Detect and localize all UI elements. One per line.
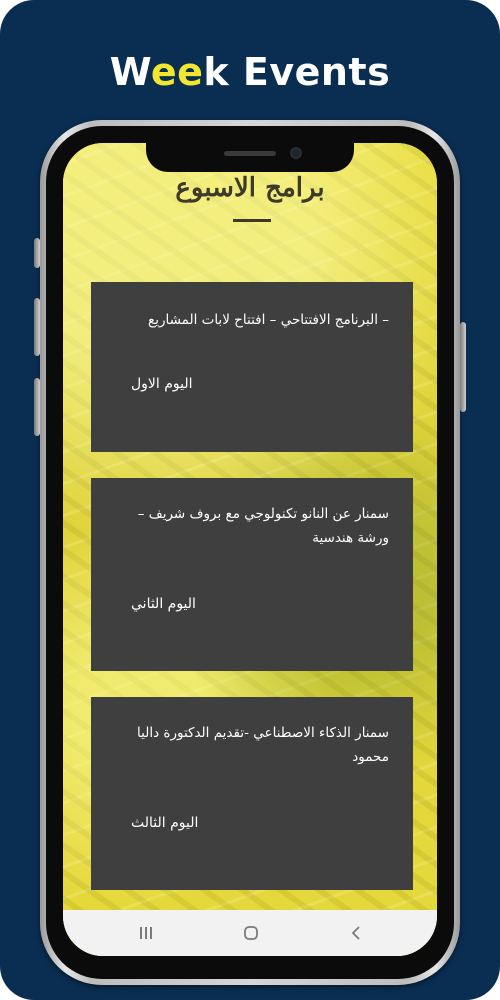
promo-title: Week Events — [0, 50, 500, 94]
phone-volume-down-button — [34, 378, 40, 436]
title-underline — [233, 219, 271, 222]
recent-apps-icon[interactable] — [136, 923, 156, 943]
event-day: اليوم الاول — [131, 376, 193, 392]
promo-title-highlight: ee — [150, 50, 204, 94]
back-icon[interactable] — [346, 923, 366, 943]
event-title: سمنار عن النانو تكنولوجي مع بروف شريف – … — [137, 506, 389, 546]
promo-title-part2: k Events — [203, 50, 391, 94]
event-card-day-2[interactable]: سمنار عن النانو تكنولوجي مع بروف شريف – … — [91, 478, 413, 671]
phone-silent-switch — [34, 238, 40, 268]
android-nav-bar — [63, 910, 437, 956]
front-camera — [290, 147, 302, 159]
event-card-day-1[interactable]: – البرنامج الافتتاحي – افتتاح لابات المش… — [91, 282, 413, 452]
event-day: اليوم الثالث — [131, 815, 199, 831]
phone-volume-up-button — [34, 298, 40, 356]
event-title: سمنار الذكاء الاصطناعي -تقديم الدكتورة د… — [137, 725, 389, 765]
promo-frame: Week Events برامج الاسبوع – البرنامج الا… — [0, 0, 500, 1000]
app-screen: برامج الاسبوع – البرنامج الافتتاحي – افت… — [63, 143, 437, 956]
event-day: اليوم الثاني — [131, 596, 196, 612]
phone-speaker — [224, 151, 276, 156]
page-title: برامج الاسبوع — [175, 173, 325, 203]
home-icon[interactable] — [241, 923, 261, 943]
event-title: – البرنامج الافتتاحي – افتتاح لابات المش… — [148, 312, 389, 328]
promo-title-part1: W — [109, 50, 151, 94]
event-card-day-3[interactable]: سمنار الذكاء الاصطناعي -تقديم الدكتورة د… — [91, 697, 413, 890]
phone-power-button — [460, 322, 466, 412]
